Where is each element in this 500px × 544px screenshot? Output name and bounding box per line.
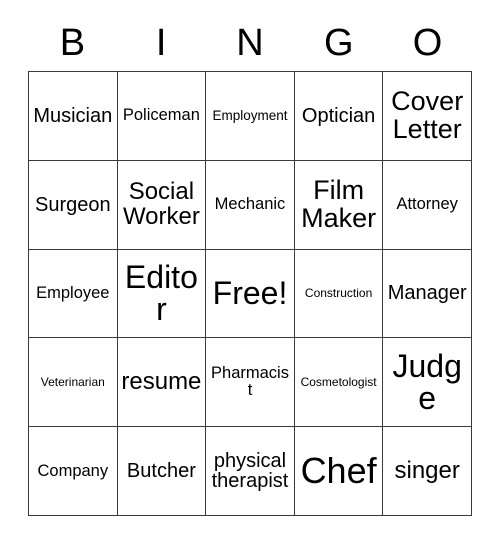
bingo-header-letter-n: N bbox=[236, 22, 264, 64]
bingo-cell-label: Pharmacist bbox=[211, 364, 289, 400]
bingo-cell-label: physical therapist bbox=[211, 449, 289, 493]
bingo-header-letter-g: G bbox=[324, 22, 354, 64]
bingo-cell[interactable]: Veterinarian bbox=[29, 338, 118, 428]
bingo-cell[interactable]: Judge bbox=[383, 338, 472, 428]
bingo-cell-label: Employee bbox=[36, 284, 110, 303]
bingo-cell[interactable]: Cover Letter bbox=[383, 72, 472, 161]
bingo-cell[interactable]: physical therapist bbox=[206, 427, 295, 516]
bingo-cell[interactable]: Chef bbox=[294, 427, 384, 516]
bingo-cell[interactable]: Employee bbox=[29, 249, 118, 339]
bingo-card: B I N G O Musician Policeman Employment … bbox=[0, 0, 500, 544]
bingo-cell[interactable]: Surgeon bbox=[29, 160, 118, 250]
bingo-cell[interactable]: Butcher bbox=[117, 427, 207, 516]
bingo-cell-label: Policeman bbox=[122, 106, 200, 125]
bingo-cell-label: Judge bbox=[392, 347, 462, 417]
bingo-header-letter-i: I bbox=[155, 22, 167, 64]
bingo-cell[interactable]: Employment bbox=[206, 72, 295, 161]
bingo-cell-label: Musician bbox=[33, 104, 113, 127]
bingo-cell-label: Film Maker bbox=[301, 175, 377, 233]
bingo-cell-label: Cosmetologist bbox=[300, 375, 377, 390]
bingo-cell-label: Employment bbox=[212, 108, 288, 124]
bingo-cell-label: Construction bbox=[304, 286, 373, 301]
bingo-cell-label: Social Worker bbox=[122, 178, 200, 230]
bingo-cell[interactable]: Optician bbox=[294, 72, 384, 161]
bingo-cell[interactable]: Cosmetologist bbox=[294, 338, 384, 428]
bingo-cell[interactable]: Manager bbox=[383, 249, 472, 339]
bingo-cell-label: Butcher bbox=[126, 459, 196, 482]
bingo-cell[interactable]: Film Maker bbox=[294, 160, 384, 250]
bingo-cell-label: Company bbox=[37, 461, 109, 480]
bingo-header-row: B I N G O bbox=[28, 16, 472, 70]
bingo-cell-label: singer bbox=[394, 456, 460, 484]
bingo-cell-label: Free! bbox=[212, 275, 288, 312]
bingo-cell[interactable]: resume bbox=[117, 338, 207, 428]
bingo-cell[interactable]: Pharmacist bbox=[206, 338, 295, 428]
bingo-cell-label: Editor bbox=[124, 258, 198, 328]
bingo-cell-label: Cover Letter bbox=[391, 86, 464, 144]
bingo-header-letter-o: O bbox=[412, 22, 443, 64]
bingo-cell-label: Surgeon bbox=[34, 193, 111, 216]
bingo-cell-label: Attorney bbox=[396, 195, 458, 214]
bingo-cell[interactable]: Company bbox=[29, 427, 118, 516]
bingo-cell[interactable]: Policeman bbox=[117, 72, 207, 161]
bingo-grid: Musician Policeman Employment Optician C… bbox=[28, 71, 472, 516]
bingo-cell[interactable]: Construction bbox=[294, 249, 384, 339]
bingo-cell[interactable]: Mechanic bbox=[206, 160, 295, 250]
bingo-header-letter-b: B bbox=[59, 22, 86, 64]
bingo-cell[interactable]: Musician bbox=[29, 72, 118, 161]
bingo-cell-label: Veterinarian bbox=[40, 375, 105, 390]
bingo-cell-label: Chef bbox=[300, 449, 377, 491]
bingo-cell-free[interactable]: Free! bbox=[206, 249, 295, 339]
bingo-cell[interactable]: Social Worker bbox=[117, 160, 207, 250]
bingo-cell-label: resume bbox=[121, 368, 202, 396]
bingo-cell-label: Optician bbox=[301, 104, 376, 127]
bingo-cell[interactable]: Editor bbox=[117, 249, 207, 339]
bingo-cell-label: Mechanic bbox=[214, 195, 286, 214]
bingo-cell[interactable]: singer bbox=[383, 427, 472, 516]
bingo-cell-label: Manager bbox=[387, 282, 467, 305]
bingo-cell[interactable]: Attorney bbox=[383, 160, 472, 250]
